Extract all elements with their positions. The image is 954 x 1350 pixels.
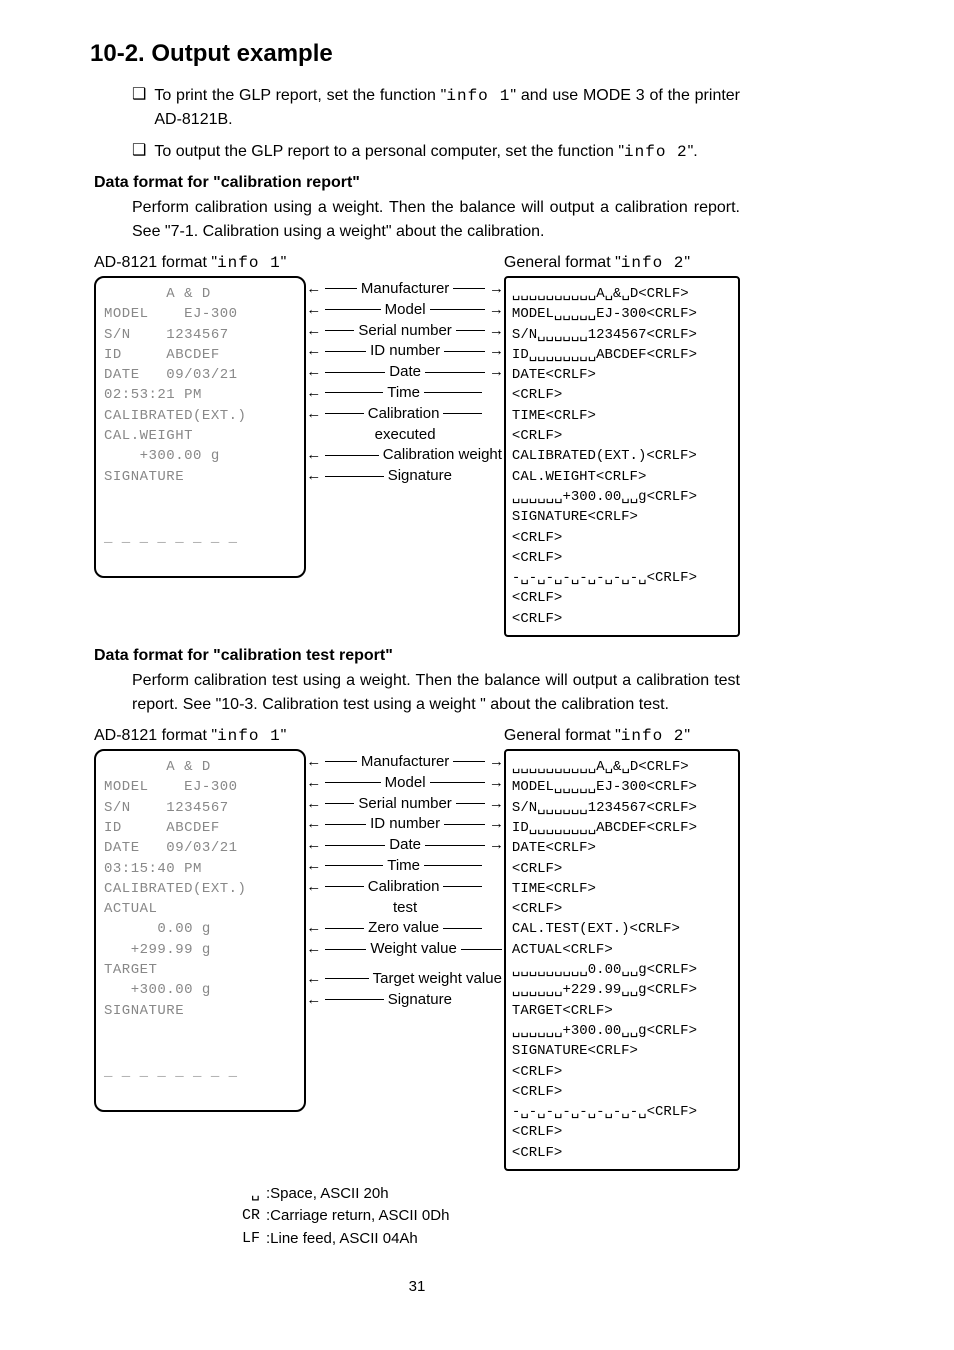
format-title-general: General format "info 2" xyxy=(504,254,740,272)
bullet-2: ❑ To output the GLP report to a personal… xyxy=(132,140,740,164)
printout-ad8121: A & D MODEL EJ-300 S/N 1234567 ID ABCDEF… xyxy=(94,749,306,1112)
bullet-icon: ❑ xyxy=(132,140,146,162)
printout-general: ␣␣␣␣␣␣␣␣␣␣A␣&␣D<CRLF> MODEL␣␣␣␣␣EJ-300<C… xyxy=(504,749,740,1171)
paragraph: Perform calibration test using a weight.… xyxy=(132,669,740,717)
printout-general: ␣␣␣␣␣␣␣␣␣␣A␣&␣D<CRLF> MODEL␣␣␣␣␣EJ-300<C… xyxy=(504,276,740,637)
bullet-1: ❑ To print the GLP report, set the funct… xyxy=(132,84,740,132)
seg-code: info 1 xyxy=(446,87,510,105)
format-title-ad8121: AD-8121 format "info 1" xyxy=(94,727,306,745)
subheading-cal-test-report: Data format for "calibration test report… xyxy=(94,647,740,665)
legend: ␣:Space, ASCII 20h CR:Carriage return, A… xyxy=(224,1183,740,1251)
printout-ad8121: A & D MODEL EJ-300 S/N 1234567 ID ABCDEF… xyxy=(94,276,306,578)
paragraph: Perform calibration using a weight. Then… xyxy=(132,196,740,244)
diagram-calibration-report: AD-8121 format "info 1" A & D MODEL EJ-3… xyxy=(94,254,740,637)
bullet-text: To output the GLP report to a personal c… xyxy=(154,140,697,164)
seg-code: info 2 xyxy=(624,143,688,161)
subheading-cal-report: Data format for "calibration report" xyxy=(94,174,740,192)
page-number: 31 xyxy=(94,1278,740,1295)
section-title: 10-2. Output example xyxy=(90,40,740,68)
annotation-column: Manufacturer Model Serial number ID numb… xyxy=(306,254,504,487)
format-title-general: General format "info 2" xyxy=(504,727,740,745)
bullet-icon: ❑ xyxy=(132,84,146,106)
bullet-text: To print the GLP report, set the functio… xyxy=(154,84,740,132)
format-title-ad8121: AD-8121 format "info 1" xyxy=(94,254,306,272)
diagram-calibration-test-report: AD-8121 format "info 1" A & D MODEL EJ-3… xyxy=(94,727,740,1171)
annotation-column: Manufacturer Model Serial number ID numb… xyxy=(306,727,504,1011)
